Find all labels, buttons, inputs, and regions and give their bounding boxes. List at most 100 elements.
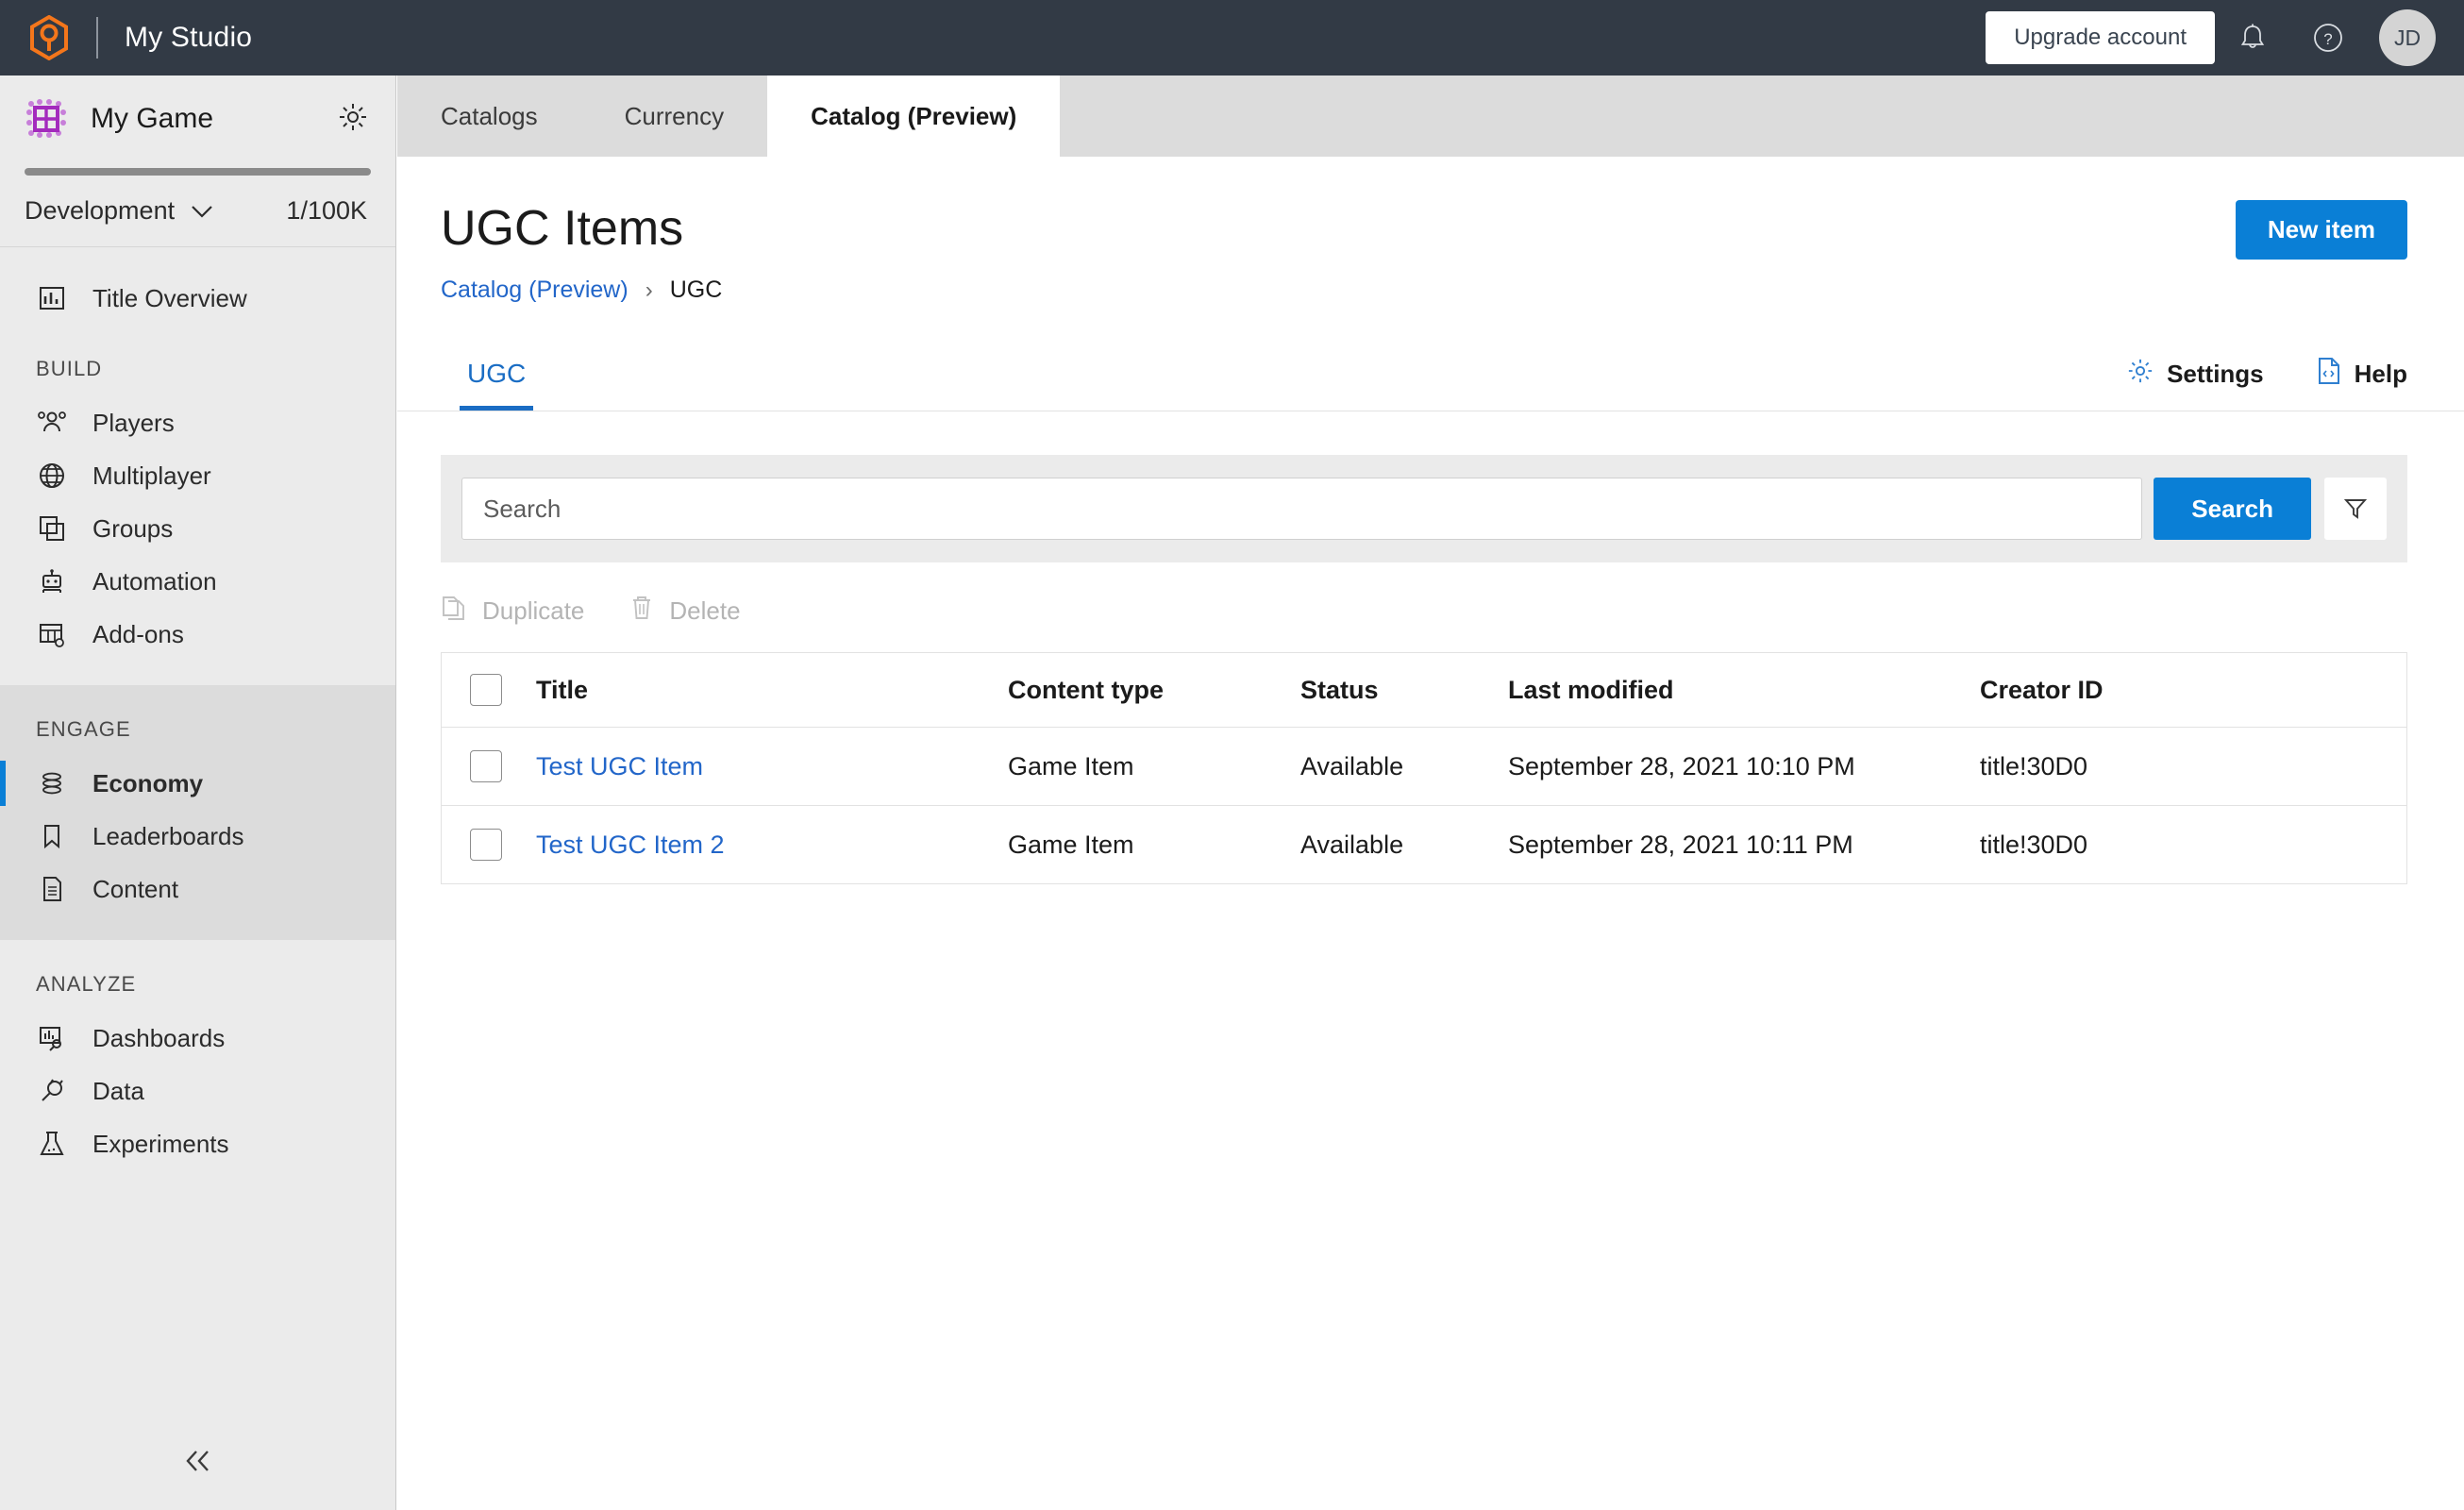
- column-header-status[interactable]: Status: [1300, 653, 1508, 728]
- main-content: Catalogs Currency Catalog (Preview) UGC …: [397, 76, 2464, 1510]
- cell-last-modified: September 28, 2021 10:10 PM: [1508, 727, 1980, 806]
- sidebar-item-experiments[interactable]: Experiments: [0, 1117, 395, 1170]
- sidebar-item-players[interactable]: Players: [0, 396, 395, 449]
- sidebar-section-heading: ANALYZE: [36, 972, 137, 996]
- duplicate-label: Duplicate: [482, 596, 585, 625]
- filter-button[interactable]: [2324, 478, 2387, 540]
- sidebar-item-groups[interactable]: Groups: [0, 502, 395, 555]
- document-lines-icon: [36, 873, 68, 905]
- breadcrumb-link-catalog-preview[interactable]: Catalog (Preview): [441, 277, 629, 304]
- environment-label: Development: [25, 196, 176, 225]
- help-circle-icon[interactable]: ?: [2290, 0, 2366, 76]
- settings-label: Settings: [2167, 360, 2264, 388]
- sidebar-item-label: Add-ons: [92, 619, 184, 648]
- sidebar-section-heading: ENGAGE: [36, 717, 131, 741]
- breadcrumb: Catalog (Preview) › UGC: [397, 260, 2464, 304]
- upgrade-account-button[interactable]: Upgrade account: [1986, 11, 2215, 64]
- svg-text:?: ?: [2323, 30, 2332, 48]
- column-header-creator-id[interactable]: Creator ID: [1980, 653, 2406, 728]
- item-link[interactable]: Test UGC Item: [536, 752, 703, 780]
- sidebar-item-automation[interactable]: Automation: [0, 555, 395, 608]
- brand-area: My Studio: [0, 14, 253, 61]
- row-checkbox[interactable]: [470, 829, 502, 861]
- sidebar-item-dashboards[interactable]: Dashboards: [0, 1012, 395, 1065]
- sidebar-item-add-ons[interactable]: Add-ons: [0, 608, 395, 661]
- tab-ugc[interactable]: UGC: [460, 359, 534, 411]
- sidebar-item-economy[interactable]: Economy: [0, 757, 395, 810]
- document-code-icon: [2317, 357, 2341, 392]
- column-header-title[interactable]: Title: [536, 653, 1008, 728]
- sidebar-item-leaderboards[interactable]: Leaderboards: [0, 810, 395, 863]
- settings-button[interactable]: Settings: [2127, 357, 2264, 392]
- delete-label: Delete: [669, 596, 741, 625]
- breadcrumb-separator-icon: ›: [645, 277, 653, 303]
- subtabs-row: UGC Settings Help: [397, 342, 2464, 411]
- notification-bell-icon[interactable]: [2215, 0, 2290, 76]
- environment-selector[interactable]: Development: [25, 196, 214, 226]
- tab-catalog-preview[interactable]: Catalog (Preview): [767, 76, 1061, 157]
- avatar[interactable]: JD: [2379, 9, 2436, 66]
- sidebar-collapse-button[interactable]: [0, 1449, 396, 1478]
- chevron-down-icon: [190, 204, 214, 219]
- sidebar-item-label: Economy: [92, 768, 204, 797]
- game-grid-icon: [25, 97, 68, 141]
- sidebar-item-data[interactable]: Data: [0, 1065, 395, 1117]
- brand-divider: [96, 17, 98, 59]
- top-header-bar: My Studio Upgrade account ? JD: [0, 0, 2464, 76]
- column-header-last-modified[interactable]: Last modified: [1508, 653, 1980, 728]
- delete-button[interactable]: Delete: [629, 595, 741, 628]
- column-header-content-type[interactable]: Content type: [1008, 653, 1300, 728]
- table-row: Test UGC Item 2 Game Item Available Sept…: [442, 805, 2406, 884]
- tab-currency[interactable]: Currency: [581, 76, 767, 157]
- environment-row: Development 1/100K: [0, 176, 395, 247]
- sidebar-section-build: BUILD Players Multiplayer Groups Automat…: [0, 325, 395, 685]
- environment-quota: 1/100K: [286, 196, 367, 225]
- search-button[interactable]: Search: [2154, 478, 2311, 540]
- bar-chart-icon: [36, 282, 68, 314]
- search-panel: Search: [441, 455, 2407, 562]
- plug-icon: [36, 1075, 68, 1107]
- tab-catalogs[interactable]: Catalogs: [397, 76, 581, 157]
- studio-title: My Studio: [125, 22, 253, 53]
- game-selector-row[interactable]: My Game: [0, 76, 395, 162]
- sidebar-item-label: Leaderboards: [92, 821, 244, 850]
- sidebar-item-label: Data: [92, 1076, 144, 1105]
- row-select-cell: [442, 805, 536, 884]
- ugc-items-table: Title Content type Status Last modified …: [441, 652, 2407, 884]
- search-input[interactable]: [461, 478, 2143, 540]
- sidebar-item-label: Multiplayer: [92, 461, 211, 490]
- help-label: Help: [2354, 360, 2407, 388]
- table-row: Test UGC Item Game Item Available Septem…: [442, 727, 2406, 806]
- table-gear-icon: [36, 618, 68, 650]
- sidebar-item-label: Experiments: [92, 1129, 229, 1158]
- gear-icon[interactable]: [337, 101, 369, 138]
- robot-icon: [36, 565, 68, 597]
- cell-status: Available: [1300, 805, 1508, 884]
- row-checkbox[interactable]: [470, 750, 502, 782]
- catalog-tabstrip: Catalogs Currency Catalog (Preview): [397, 76, 2464, 157]
- select-all-checkbox[interactable]: [470, 674, 502, 706]
- sidebar-section-analyze: ANALYZE Dashboards Data Experiments: [0, 940, 395, 1170]
- sidebar: My Game Development 1/100K Title Overvie…: [0, 76, 396, 1510]
- cell-creator-id: title!30D0: [1980, 727, 2406, 806]
- sidebar-item-label: Dashboards: [92, 1023, 226, 1052]
- page-tools: Settings Help: [2127, 357, 2407, 411]
- sidebar-item-label: Groups: [92, 513, 174, 543]
- select-all-header: [442, 653, 536, 728]
- cell-creator-id: title!30D0: [1980, 805, 2406, 884]
- new-item-button[interactable]: New item: [2235, 200, 2407, 260]
- bookmark-icon: [36, 820, 68, 852]
- item-link[interactable]: Test UGC Item 2: [536, 830, 725, 859]
- chart-search-icon: [36, 1022, 68, 1054]
- table-header-row: Title Content type Status Last modified …: [442, 653, 2406, 728]
- sidebar-item-multiplayer[interactable]: Multiplayer: [0, 449, 395, 502]
- sidebar-item-label: Automation: [92, 566, 217, 596]
- cell-status: Available: [1300, 727, 1508, 806]
- duplicate-button[interactable]: Duplicate: [441, 595, 584, 628]
- sidebar-item-title-overview[interactable]: Title Overview: [0, 272, 395, 325]
- sidebar-section-engage: ENGAGE Economy Leaderboards Content: [0, 685, 395, 940]
- help-button[interactable]: Help: [2317, 357, 2407, 392]
- sidebar-item-content[interactable]: Content: [0, 863, 395, 915]
